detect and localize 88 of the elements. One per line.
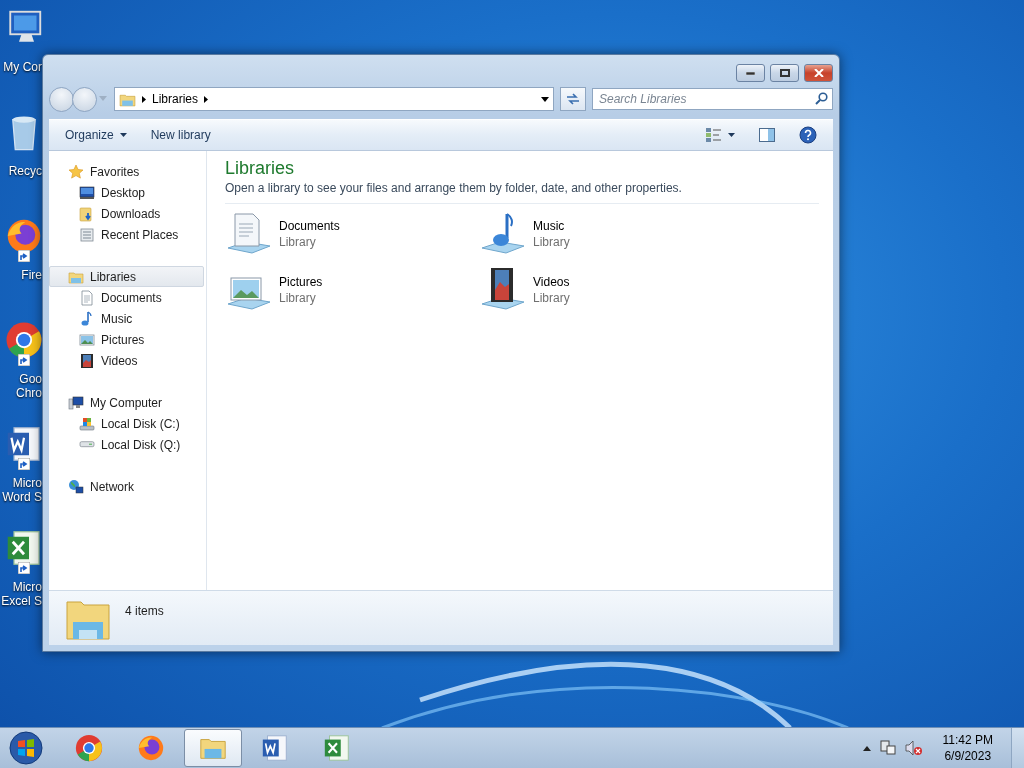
taskbar-app-button[interactable] bbox=[184, 729, 242, 767]
show-hidden-icons-button[interactable] bbox=[862, 745, 871, 751]
library-type: Library bbox=[533, 291, 570, 305]
library-type: Library bbox=[279, 235, 317, 249]
shortcut-arrow-icon bbox=[18, 354, 30, 366]
minimize-icon bbox=[746, 71, 755, 75]
nav-item[interactable]: Desktop bbox=[49, 182, 204, 203]
close-button[interactable] bbox=[804, 64, 833, 82]
chevron-icon[interactable] bbox=[142, 95, 146, 103]
chevron-icon[interactable] bbox=[204, 95, 209, 103]
maximize-icon bbox=[779, 69, 790, 77]
help-icon bbox=[799, 126, 817, 144]
shortcut-arrow-icon bbox=[18, 562, 30, 574]
clock[interactable]: 11:42 PM 6/9/2023 bbox=[942, 732, 993, 764]
folder-download-icon bbox=[79, 205, 95, 222]
desktop-icon-label[interactable]: Goo Chro bbox=[16, 372, 42, 400]
nav-item[interactable]: Libraries bbox=[49, 266, 204, 287]
shortcut-arrow-icon bbox=[18, 458, 30, 470]
desktop-icon-label[interactable]: My Cor bbox=[3, 60, 42, 74]
nav-item[interactable]: Local Disk (Q:) bbox=[49, 434, 204, 455]
nav-item[interactable]: Pictures bbox=[49, 329, 204, 350]
library-item[interactable]: Videos Library bbox=[479, 266, 733, 314]
preview-pane-icon bbox=[759, 128, 775, 142]
library-item[interactable]: Pictures Library bbox=[225, 266, 479, 314]
picture-icon bbox=[79, 331, 95, 348]
library-item[interactable]: Music Library bbox=[479, 210, 733, 258]
disk-drive-icon bbox=[79, 441, 95, 448]
system-disk-icon bbox=[79, 415, 95, 432]
star-icon bbox=[68, 163, 84, 180]
minimize-button[interactable] bbox=[736, 64, 765, 82]
caret-icon bbox=[119, 133, 127, 137]
desktop-icon-label[interactable]: Micro Excel S bbox=[1, 580, 42, 608]
refresh-button[interactable] bbox=[560, 87, 586, 111]
page-description: Open a library to see your files and arrange them by folder, date, and other properties. bbox=[225, 181, 683, 195]
library-name: Documents bbox=[279, 219, 340, 233]
start-button[interactable] bbox=[6, 730, 46, 766]
search-icon[interactable] bbox=[815, 92, 828, 105]
view-list-icon bbox=[706, 128, 722, 142]
muted-speaker-icon bbox=[904, 739, 923, 757]
nav-item[interactable]: Downloads bbox=[49, 203, 204, 224]
excel-icon bbox=[322, 733, 352, 763]
film-strip-icon bbox=[79, 352, 95, 369]
chrome-icon bbox=[74, 733, 104, 763]
network-icon bbox=[878, 739, 897, 757]
nav-item[interactable]: Local Disk (C:) bbox=[49, 413, 204, 434]
recent-places-icon bbox=[79, 226, 95, 243]
clock-time: 11:42 PM bbox=[942, 732, 993, 748]
volume-tray-button[interactable] bbox=[904, 739, 923, 757]
desktop-icon-label[interactable]: Micro Word S bbox=[2, 476, 42, 504]
network-globe-icon bbox=[68, 478, 84, 495]
music-note-icon bbox=[79, 310, 95, 327]
shortcut-arrow-icon bbox=[18, 250, 30, 262]
close-icon bbox=[813, 69, 824, 77]
library-type: Library bbox=[279, 291, 317, 305]
monitor-icon bbox=[79, 184, 95, 201]
maximize-button[interactable] bbox=[770, 64, 799, 82]
library-name: Music bbox=[533, 219, 566, 233]
item-count: 4 items bbox=[125, 604, 164, 618]
library-name: Videos bbox=[533, 275, 570, 289]
nav-item[interactable]: Network bbox=[49, 476, 204, 497]
nav-item[interactable]: Videos bbox=[49, 350, 204, 371]
address-dropdown-icon[interactable] bbox=[541, 96, 549, 102]
start-orb-icon bbox=[9, 731, 43, 765]
library-name: Pictures bbox=[279, 275, 323, 289]
breadcrumb[interactable]: Libraries bbox=[152, 92, 199, 106]
library-item[interactable]: Documents Library bbox=[225, 210, 479, 258]
computer-icon bbox=[68, 394, 84, 411]
nav-item[interactable]: Recent Places bbox=[49, 224, 204, 245]
nav-item[interactable]: Favorites bbox=[49, 161, 204, 182]
refresh-arrows-icon bbox=[566, 93, 580, 105]
clock-date: 6/9/2023 bbox=[944, 748, 992, 764]
library-type: Library bbox=[533, 235, 570, 249]
search-field[interactable]: Search Libraries bbox=[592, 88, 833, 110]
dropdown-caret-icon bbox=[728, 133, 735, 137]
toolbar-button[interactable]: New library bbox=[144, 124, 217, 146]
firefox-icon bbox=[136, 733, 166, 763]
desktop-icon-label[interactable]: Fire bbox=[21, 268, 42, 282]
network-tray-button[interactable] bbox=[878, 739, 897, 757]
document-icon bbox=[79, 289, 95, 306]
nav-item[interactable]: Documents bbox=[49, 287, 204, 308]
address-bar[interactable]: Libraries bbox=[114, 87, 554, 111]
nav-item[interactable]: My Computer bbox=[49, 392, 204, 413]
up-caret-icon bbox=[862, 745, 871, 751]
page-title: Libraries bbox=[225, 157, 296, 179]
toolbar-button[interactable]: Organize bbox=[59, 124, 133, 146]
desktop-icon-label[interactable]: Recyc bbox=[8, 164, 42, 178]
word-icon bbox=[260, 733, 290, 763]
nav-item[interactable]: Music bbox=[49, 308, 204, 329]
